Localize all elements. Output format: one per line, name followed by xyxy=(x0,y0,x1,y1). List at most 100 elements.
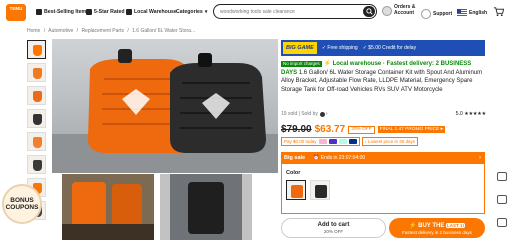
search-bar xyxy=(213,4,377,19)
language-label: English xyxy=(469,9,488,16)
color-label: Color xyxy=(286,170,301,176)
logo-text: TEMU xyxy=(9,6,23,11)
truck-icon xyxy=(126,9,132,15)
swatch-image xyxy=(291,185,303,198)
side-toolbar xyxy=(497,172,509,240)
buy-now-button[interactable]: ⚡ BUY THE LAST 1! Fastest delivery in 2 … xyxy=(389,218,485,238)
crumb-sep: / xyxy=(43,28,46,34)
original-price: $79.00 xyxy=(281,124,312,135)
nav-best-selling[interactable]: Best-Selling Items xyxy=(36,9,89,15)
color-swatch-black[interactable] xyxy=(310,180,330,200)
crumb-sep: / xyxy=(76,28,79,34)
crumb-replacement-parts[interactable]: Replacement Parts xyxy=(81,28,124,34)
avatar xyxy=(382,5,392,16)
support-label: Support xyxy=(433,11,453,17)
support-icon xyxy=(421,9,431,19)
last-one-badge: LAST 1! xyxy=(446,222,466,228)
sale-countdown: ⏰ Ends in 23:07:04:00 xyxy=(313,155,366,161)
product-title: 1.6 Gallon/ 6L Water Storage Container K… xyxy=(281,69,483,93)
bonus-coupons-badge[interactable]: BONUS COUPONS xyxy=(2,184,42,224)
big-sale-label: Big sale xyxy=(284,155,306,161)
product-title-block: No import charges ⚡ Local warehouse · Fa… xyxy=(281,60,486,94)
product-image-2[interactable] xyxy=(62,174,154,240)
big-sale-bar[interactable]: Big sale ⏰ Ends in 23:07:04:00 › xyxy=(281,152,485,164)
chevron-right-icon: › xyxy=(325,111,328,117)
nav-categories[interactable]: Categories ▾ xyxy=(176,9,207,15)
no-import-tag: No import charges xyxy=(281,61,322,67)
color-selector: Color xyxy=(281,164,485,214)
bonus-line1: BONUS xyxy=(10,197,34,204)
credit-text: ✓ $5.00 Credit for delay xyxy=(362,45,417,51)
add-to-cart-discount: 20% OFF xyxy=(323,229,344,234)
buy-now-delivery: Fastest delivery in 2 business days xyxy=(402,229,472,235)
chat-icon[interactable] xyxy=(497,195,507,204)
nav-local-warehouse[interactable]: Local Warehouse xyxy=(126,9,177,15)
account-line2: Account xyxy=(394,9,414,16)
sold-row: 19 sold | Sold by › 5.0 ★★★★★ xyxy=(281,111,486,117)
temu-logo[interactable]: TEMU xyxy=(6,4,26,21)
main-product-image[interactable] xyxy=(52,39,278,173)
payment-row: Pay $0.00 today ↓ Lowest price in 30 day… xyxy=(281,137,419,146)
share-icon[interactable] xyxy=(497,172,507,181)
price-row: $79.00 $63.77 20% OFF FINAL 1.47 PROMO P… xyxy=(281,124,445,135)
nav-five-star[interactable]: 5-Star Rated xyxy=(86,9,125,15)
pay-later-box[interactable]: Pay $0.00 today xyxy=(281,137,360,146)
nav-label: 5-Star Rated xyxy=(94,9,125,15)
us-flag-icon xyxy=(457,9,467,16)
product-photo xyxy=(52,49,278,173)
add-to-cart-button[interactable]: Add to cart 20% OFF xyxy=(281,218,386,238)
promo-price-badge[interactable]: FINAL 1.47 PROMO PRICE ▸ xyxy=(377,126,445,133)
buy-now-label: ⚡ BUY THE xyxy=(408,222,445,229)
bonus-line2: COUPONS xyxy=(5,204,39,211)
search-input[interactable] xyxy=(220,8,355,15)
search-button[interactable] xyxy=(363,6,375,17)
afterpay-icon xyxy=(338,139,347,144)
chevron-right-icon: › xyxy=(479,155,481,161)
thumbnail[interactable] xyxy=(27,86,46,105)
big-game-banner[interactable]: BIG GAME ✓ Free shipping ✓ $5.00 Credit … xyxy=(281,40,485,56)
account-label: Orders & Account xyxy=(394,4,415,16)
cart-icon[interactable] xyxy=(493,6,504,17)
sold-count: 19 sold | Sold by xyxy=(281,111,318,117)
swatch-image xyxy=(315,185,327,198)
add-to-cart-label: Add to cart xyxy=(317,222,350,228)
product-image-3[interactable] xyxy=(160,174,252,240)
star-icon xyxy=(86,9,92,15)
support-link[interactable]: Support xyxy=(421,9,452,19)
lowest-price-badge: ↓ Lowest price in 30 days xyxy=(361,137,419,146)
klarna-icon xyxy=(318,139,327,144)
product-photo xyxy=(160,174,252,240)
seller-avatar[interactable] xyxy=(319,111,325,117)
nav-label: Best-Selling Items xyxy=(44,9,89,15)
thumbnail[interactable] xyxy=(27,132,46,151)
chevron-down-icon: ▾ xyxy=(204,9,208,15)
pay-today-text: Pay $0.00 today xyxy=(284,139,317,144)
nav-label: Local Warehouse xyxy=(134,9,177,15)
crumb-sep: / xyxy=(127,28,129,34)
product-photo xyxy=(62,174,154,240)
language-select[interactable]: English xyxy=(457,9,487,16)
rating[interactable]: 5.0 ★★★★★ xyxy=(455,111,487,117)
thumbnail[interactable] xyxy=(27,40,46,59)
message-icon[interactable] xyxy=(497,218,507,227)
breadcrumb: Home / Automotive / Replacement Parts / … xyxy=(27,28,197,34)
rating-stars: ★★★★★ xyxy=(464,111,486,117)
crumb-automotive[interactable]: Automotive xyxy=(48,28,73,34)
search-icon xyxy=(365,8,373,15)
rating-value: 5.0 xyxy=(455,111,463,117)
color-swatch-orange[interactable] xyxy=(286,180,306,200)
crumb-current: 1.6 Gallon/ 6L Water Stora... xyxy=(132,28,196,34)
paypal-icon xyxy=(348,139,357,144)
big-game-label: BIG GAME xyxy=(283,42,317,54)
free-shipping-text: ✓ Free shipping xyxy=(321,45,358,51)
discount-badge: 20% OFF xyxy=(348,125,375,134)
thumbs-up-icon xyxy=(36,9,42,15)
thumbnail[interactable] xyxy=(27,155,46,174)
thumbnail[interactable] xyxy=(27,109,46,128)
top-header: TEMU Best-Selling Items 5-Star Rated Loc… xyxy=(0,0,512,24)
crumb-home[interactable]: Home xyxy=(27,28,40,34)
orders-account[interactable]: Orders & Account xyxy=(382,4,415,16)
affirm-icon xyxy=(328,139,337,144)
thumbnail[interactable] xyxy=(27,63,46,82)
sale-price: $63.77 xyxy=(314,124,346,135)
